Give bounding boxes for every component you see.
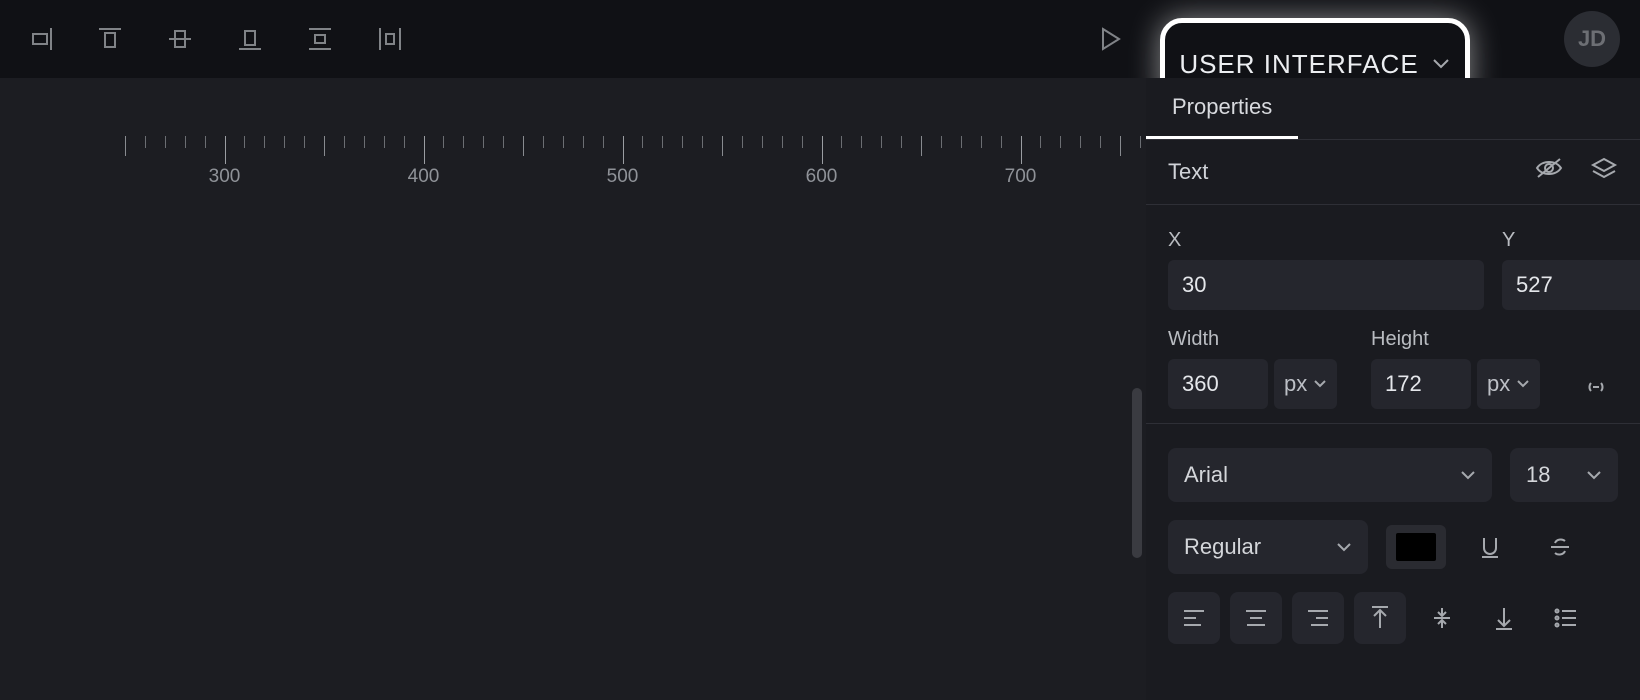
align-vcenter-icon[interactable] bbox=[160, 19, 200, 59]
section-text-label: Text bbox=[1168, 159, 1208, 185]
visibility-off-icon[interactable] bbox=[1534, 156, 1564, 188]
distribute-horizontal-icon[interactable] bbox=[370, 19, 410, 59]
list-icon[interactable] bbox=[1540, 592, 1592, 644]
properties-panel: Properties Text X Y Width px bbox=[1146, 78, 1640, 700]
align-tools bbox=[20, 19, 410, 59]
height-unit-select[interactable]: px bbox=[1477, 359, 1540, 409]
play-icon[interactable] bbox=[1090, 19, 1130, 59]
layers-icon[interactable] bbox=[1590, 156, 1618, 188]
toolbar-right: JD bbox=[1514, 11, 1620, 67]
height-label: Height bbox=[1371, 328, 1556, 351]
tab-properties[interactable]: Properties bbox=[1146, 78, 1298, 139]
panel-tabs: Properties bbox=[1146, 78, 1640, 140]
distribute-vertical-icon[interactable] bbox=[300, 19, 340, 59]
align-bottom-icon[interactable] bbox=[230, 19, 270, 59]
section-font: Arial 18 Regular bbox=[1146, 424, 1640, 658]
text-align-right-icon[interactable] bbox=[1292, 592, 1344, 644]
section-text-header: Text bbox=[1146, 140, 1640, 205]
underline-icon[interactable] bbox=[1464, 521, 1516, 573]
width-unit-select[interactable]: px bbox=[1274, 359, 1337, 409]
font-color-swatch[interactable] bbox=[1386, 525, 1446, 569]
chevron-down-icon bbox=[1460, 469, 1476, 481]
width-input[interactable] bbox=[1168, 359, 1268, 409]
vertical-align-bottom-icon[interactable] bbox=[1478, 592, 1530, 644]
y-input[interactable] bbox=[1502, 260, 1640, 310]
x-input[interactable] bbox=[1168, 260, 1484, 310]
chevron-down-icon bbox=[1586, 469, 1602, 481]
ui-dropdown-label: USER INTERFACE bbox=[1179, 49, 1418, 80]
chevron-down-icon bbox=[1431, 57, 1451, 71]
canvas[interactable]: 300400500600700 bbox=[0, 78, 1146, 700]
width-label: Width bbox=[1168, 328, 1353, 351]
avatar[interactable]: JD bbox=[1564, 11, 1620, 67]
ruler: 300400500600700 bbox=[0, 136, 1146, 196]
height-input[interactable] bbox=[1371, 359, 1471, 409]
text-align-center-icon[interactable] bbox=[1230, 592, 1282, 644]
chevron-down-icon bbox=[1516, 379, 1530, 389]
y-label: Y bbox=[1502, 229, 1640, 252]
vertical-align-top-icon[interactable] bbox=[1354, 592, 1406, 644]
canvas-scrollbar[interactable] bbox=[1132, 388, 1142, 558]
strikethrough-icon[interactable] bbox=[1534, 521, 1586, 573]
text-align-left-icon[interactable] bbox=[1168, 592, 1220, 644]
font-weight-select[interactable]: Regular bbox=[1168, 520, 1368, 574]
link-dimensions-icon[interactable] bbox=[1574, 365, 1618, 409]
chevron-down-icon bbox=[1313, 379, 1327, 389]
align-top-icon[interactable] bbox=[90, 19, 130, 59]
align-right-icon[interactable] bbox=[20, 19, 60, 59]
font-size-select[interactable]: 18 bbox=[1510, 448, 1618, 502]
chevron-down-icon bbox=[1336, 541, 1352, 553]
x-label: X bbox=[1168, 229, 1484, 252]
section-position: X Y Width px Height px bbox=[1146, 205, 1640, 424]
vertical-align-middle-icon[interactable] bbox=[1416, 592, 1468, 644]
font-family-select[interactable]: Arial bbox=[1168, 448, 1492, 502]
